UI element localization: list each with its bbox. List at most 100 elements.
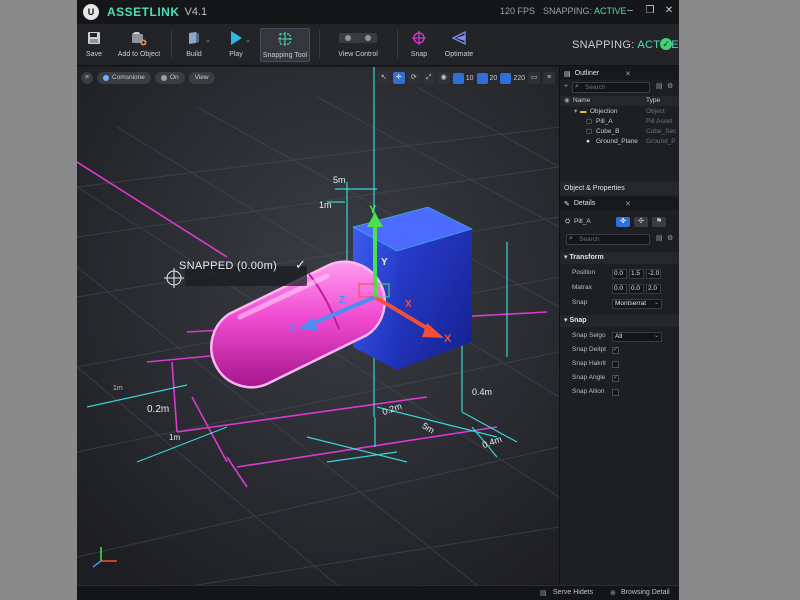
build-icon	[189, 32, 199, 44]
main-toolbar: Save Add to Object Build ⌄ Play ⌄ Snappi…	[77, 24, 679, 66]
status-left-button[interactable]: Serve Hidets	[553, 589, 593, 596]
position-row: Position 0.0 1.5 -2.0	[572, 269, 661, 279]
visibility-eye-icon: ◉	[564, 97, 570, 104]
grid-snap-icon	[452, 72, 464, 84]
folder-icon: ▬	[580, 108, 587, 115]
toolbar-separator	[319, 30, 320, 58]
3d-viewport[interactable]: Y X Z Y X Z 5m 1m 0.2m 1m 1m 0.2m 5m 0.4…	[77, 67, 559, 585]
move-tool-icon[interactable]: ✛	[392, 72, 405, 84]
dimension-label: 1m	[169, 433, 181, 442]
outliner-column-header: ◉ Name Type	[560, 96, 679, 106]
matrix-z-field[interactable]: 2.0	[646, 284, 661, 294]
position-x-field[interactable]: 0.0	[612, 269, 627, 279]
search-icon: ⌕	[569, 235, 573, 242]
filter-icon[interactable]: +	[564, 83, 568, 90]
add-to-object-button[interactable]: Add to Object	[113, 28, 165, 62]
position-z-field[interactable]: -2.0	[646, 269, 661, 279]
editor-window: U ASSETLINK V4.1 120 FPS SNAPPING: ACTIV…	[77, 0, 679, 600]
optimate-button[interactable]: Optimate	[441, 28, 477, 62]
dimension-label: 1m	[113, 385, 123, 392]
snapping-tool-button[interactable]: Snapping Tool	[260, 28, 310, 62]
matrix-x-field[interactable]: 0.0	[612, 284, 627, 294]
lock-icon[interactable]: ⚑	[652, 217, 666, 227]
add-object-icon	[132, 32, 147, 46]
snap-deitpt-checkbox[interactable]: ✓	[612, 347, 619, 354]
details-object-row: ⛭ Pill_A ✜ ✣ ⚑	[560, 215, 679, 229]
settings-gear-icon[interactable]: ⚙	[667, 234, 673, 242]
lighting-icon	[160, 75, 167, 81]
rotate-tool-icon[interactable]: ⟳	[407, 72, 420, 84]
outliner-search-input[interactable]: Search	[572, 82, 650, 93]
snapped-status-label: SNAPPED (0.00m)	[179, 260, 278, 272]
snap-allion-checkbox[interactable]	[612, 389, 619, 396]
inner-z-label: Z	[339, 295, 346, 306]
build-button[interactable]: Build	[179, 28, 209, 62]
camera-speed-icon[interactable]: ▭	[528, 72, 540, 84]
panel-icon: ▤	[540, 590, 547, 597]
snap-hakrit-checkbox[interactable]	[612, 361, 619, 368]
snap-angle-checkbox[interactable]: ✓	[612, 375, 619, 382]
outliner-row[interactable]: ▢ Cube_B Cube_Sec	[560, 127, 679, 137]
save-button[interactable]: Save	[81, 28, 107, 62]
viewport-layout-icon[interactable]: ≡	[543, 72, 555, 84]
object-properties-tab[interactable]: Object & Properties	[560, 181, 679, 195]
snap-section-header[interactable]: ▾ Snap	[560, 315, 679, 327]
camera-icon	[103, 75, 109, 81]
details-search-input[interactable]: Search	[566, 234, 650, 245]
snap-option-row: Snap Allion	[560, 385, 679, 399]
build-dropdown-chevron-down-icon[interactable]: ⌄	[205, 36, 211, 44]
lighting-toggle-chip[interactable]: On	[154, 72, 185, 84]
details-close-icon[interactable]: ✕	[625, 200, 631, 208]
outliner-close-icon[interactable]: ✕	[625, 70, 631, 78]
viewport-scene	[77, 67, 559, 585]
scale-tool-icon[interactable]: ⤢	[422, 72, 435, 84]
play-button[interactable]: Play	[222, 28, 250, 62]
snap-button[interactable]: Snap	[405, 28, 433, 62]
engine-logo-icon: U	[83, 4, 99, 20]
list-view-icon[interactable]: ▤	[656, 82, 663, 90]
matrix-row: Matrax 0.0 0.0 2.0	[560, 281, 679, 295]
view-mode-chip[interactable]: View	[188, 72, 215, 84]
view-control-button[interactable]: View Control	[327, 28, 389, 62]
list-view-icon[interactable]: ▤	[656, 234, 663, 242]
select-tool-icon[interactable]: ↖	[377, 72, 390, 84]
component-icon[interactable]: ✣	[634, 217, 648, 227]
expand-chevron-icon[interactable]: ▾	[574, 107, 577, 117]
app-version: V4.1	[184, 6, 208, 18]
close-icon[interactable]: ✕	[662, 4, 676, 18]
outliner-row[interactable]: ▢ Pill_A Pill Asset	[560, 117, 679, 127]
outliner-row[interactable]: ▾ ▬ Objection Object	[560, 107, 679, 117]
gizmo-z-label: Z	[289, 323, 296, 335]
status-right-button[interactable]: Browsing Detail	[621, 589, 670, 596]
search-icon: ⌕	[575, 83, 579, 90]
transform-mode-icon[interactable]: ✜	[616, 217, 630, 227]
details-header: ✎ Details ✕	[560, 197, 679, 210]
outliner-header: ▤ Outliner ✕	[560, 67, 679, 80]
viewport-menu-icon[interactable]: ≡	[81, 72, 93, 84]
snap-row: Snap Montserrat ⌄	[560, 296, 679, 310]
gizmo-x-label: X	[444, 333, 452, 345]
optimate-icon	[451, 30, 466, 46]
scale-snap-setting[interactable]: 220	[500, 72, 525, 84]
dimension-label: 0.4m	[472, 387, 493, 397]
transform-section-header[interactable]: ▾ Transform	[560, 252, 679, 264]
titlebar-snapping-status: SNAPPING: ACTIVE	[543, 6, 627, 16]
outliner-row[interactable]: ● Ground_Plane Ground_P	[560, 137, 679, 147]
maximize-icon[interactable]: ❐	[643, 4, 657, 18]
rotation-snap-setting[interactable]: 20	[476, 72, 497, 84]
world-space-icon[interactable]: ◉	[437, 72, 450, 84]
play-dropdown-chevron-down-icon[interactable]: ⌄	[245, 36, 251, 44]
settings-gear-icon[interactable]: ⚙	[667, 82, 673, 90]
camera-mode-chip[interactable]: Comsnione	[97, 72, 151, 84]
play-icon	[231, 31, 242, 45]
grid-snap-setting[interactable]: 10	[452, 72, 474, 84]
snap-option-row: Snap Angle ✓	[572, 374, 619, 382]
chevron-down-icon: ⌄	[654, 333, 660, 339]
position-y-field[interactable]: 1.5	[629, 269, 644, 279]
details-object-name: Pill_A	[574, 218, 591, 225]
gizmo-y-label: Y	[369, 204, 377, 216]
dimension-label: 1m	[319, 200, 332, 210]
matrix-y-field[interactable]: 0.0	[629, 284, 644, 294]
minimize-icon[interactable]: –	[623, 4, 637, 18]
details-pencil-icon: ✎	[564, 200, 570, 208]
